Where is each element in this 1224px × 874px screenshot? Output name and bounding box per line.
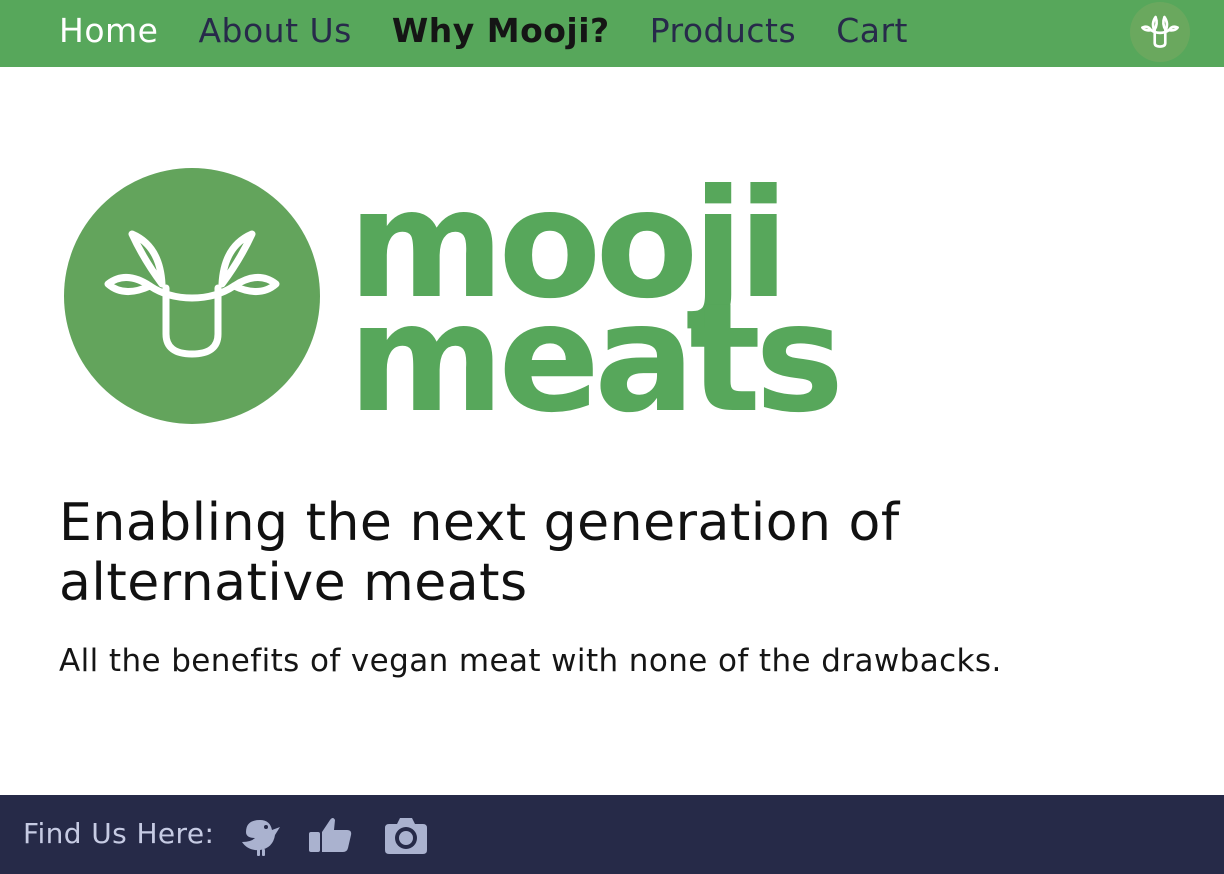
top-navigation-bar: Home About Us Why Mooji? Products Cart — [0, 0, 1224, 67]
hero-headline: Enabling the next generation of alternat… — [59, 493, 900, 613]
facebook-link[interactable] — [307, 812, 353, 858]
thumbs-up-icon — [309, 818, 352, 852]
footer: Find Us Here: — [0, 795, 1224, 874]
nav-products-link[interactable]: Products — [650, 0, 797, 62]
instagram-link[interactable] — [383, 812, 429, 858]
bird-icon — [242, 820, 280, 856]
header-logo-button[interactable] — [1130, 2, 1190, 62]
mooji-meats-logo-graphic: mooji meats — [64, 158, 844, 446]
mooji-meats-logo: mooji meats — [60, 148, 880, 446]
hero-subline: All the benefits of vegan meat with none… — [59, 643, 1002, 679]
find-us-label: Find Us Here: — [23, 817, 215, 850]
main-nav: Home About Us Why Mooji? Products Cart — [59, 0, 948, 62]
logo-wordmark: mooji meats — [348, 158, 844, 446]
nav-why-mooji-link[interactable]: Why Mooji? — [392, 0, 610, 62]
nav-cart-link[interactable]: Cart — [836, 0, 908, 62]
camera-icon — [385, 818, 427, 854]
logo-wordmark-line2: meats — [348, 272, 838, 443]
twitter-link[interactable] — [236, 812, 282, 858]
cow-leaf-icon — [1141, 15, 1179, 48]
nav-home-link[interactable]: Home — [59, 0, 158, 62]
nav-about-us-link[interactable]: About Us — [198, 0, 351, 62]
